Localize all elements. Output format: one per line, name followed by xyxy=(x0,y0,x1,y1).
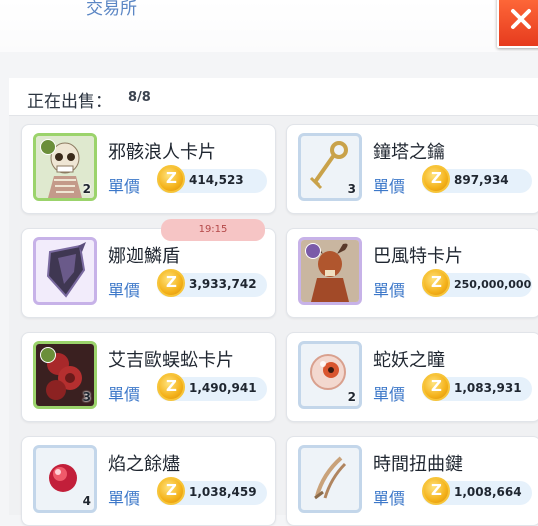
item-thumbnail: 3 xyxy=(298,133,362,201)
zeny-coin-icon: Z xyxy=(422,477,450,505)
zeny-coin-icon: Z xyxy=(157,269,185,297)
price-label: 單價 xyxy=(108,177,141,196)
item-quantity: 2 xyxy=(347,390,356,404)
item-name: 蛇妖之瞳 xyxy=(373,350,445,371)
item-quantity: 2 xyxy=(82,182,91,196)
selling-count: 8/8 xyxy=(128,90,151,105)
selling-header: 正在出售： 8/8 xyxy=(9,78,538,116)
price-label: 單價 xyxy=(108,281,141,300)
card-badge-icon xyxy=(40,347,56,363)
listing-card[interactable]: 4 焰之餘燼 單價 Z 1,038,459 xyxy=(21,436,276,526)
price-pill: Z 250,000,000 xyxy=(422,269,532,297)
price-value: 1,008,664 xyxy=(454,485,522,499)
zeny-coin-icon: Z xyxy=(157,165,185,193)
item-thumbnail xyxy=(298,237,362,305)
item-name: 焰之餘燼 xyxy=(108,454,180,475)
price-value: 414,523 xyxy=(189,173,244,187)
price-label: 單價 xyxy=(108,385,141,404)
item-name: 鐘塔之鑰 xyxy=(373,142,445,163)
exchange-title: 交易所 xyxy=(86,0,137,19)
price-value: 1,083,931 xyxy=(454,381,522,395)
zeny-coin-icon: Z xyxy=(422,269,450,297)
listing-card[interactable]: 2 邪骸浪人卡片 單價 Z 414,523 xyxy=(21,124,276,214)
item-quantity: 4 xyxy=(82,494,91,508)
price-pill: Z 897,934 xyxy=(422,165,532,193)
zeny-coin-icon: Z xyxy=(422,165,450,193)
price-pill: Z 1,038,459 xyxy=(157,477,267,505)
shield-icon xyxy=(46,242,86,298)
listing-card[interactable]: 2 蛇妖之瞳 單價 Z 1,083,931 xyxy=(286,332,538,422)
price-value: 250,000,000 xyxy=(454,278,532,291)
card-badge-icon xyxy=(305,243,321,259)
item-thumbnail: 4 xyxy=(33,445,97,513)
price-value: 1,038,459 xyxy=(189,485,257,499)
listing-card[interactable]: 3 艾吉歐蜈蚣卡片 單價 Z 1,490,941 xyxy=(21,332,276,422)
card-badge-icon xyxy=(40,139,56,155)
item-name: 時間扭曲鍵 xyxy=(373,454,463,475)
item-name: 巴風特卡片 xyxy=(373,246,463,267)
listing-card[interactable]: 3 鐘塔之鑰 單價 Z 897,934 xyxy=(286,124,538,214)
price-value: 897,934 xyxy=(454,173,509,187)
zeny-coin-icon: Z xyxy=(157,477,185,505)
price-value: 3,933,742 xyxy=(189,277,257,291)
selling-label: 正在出售： xyxy=(27,92,112,112)
time-twist-icon xyxy=(314,456,347,500)
item-quantity: 3 xyxy=(82,390,91,404)
item-name: 邪骸浪人卡片 xyxy=(108,142,216,163)
item-thumbnail xyxy=(298,445,362,513)
item-name: 艾吉歐蜈蚣卡片 xyxy=(108,350,234,371)
listing-card[interactable]: 娜迦鱗盾 單價 Z 3,933,742 xyxy=(21,228,276,318)
price-value: 1,490,941 xyxy=(189,381,257,395)
zeny-coin-icon: Z xyxy=(157,373,185,401)
item-thumbnail xyxy=(33,237,97,305)
price-label: 單價 xyxy=(373,385,406,404)
top-bar: 交易所 xyxy=(0,0,538,52)
zeny-coin-icon: Z xyxy=(422,373,450,401)
item-thumbnail: 2 xyxy=(298,341,362,409)
price-pill: Z 1,083,931 xyxy=(422,373,532,401)
close-icon xyxy=(511,9,531,29)
price-pill: Z 414,523 xyxy=(157,165,267,193)
listing-timer: 19:15 xyxy=(161,219,265,241)
price-pill: Z 3,933,742 xyxy=(157,269,267,297)
price-label: 單價 xyxy=(373,177,406,196)
price-label: 單價 xyxy=(373,281,406,300)
price-pill: Z 1,490,941 xyxy=(157,373,267,401)
item-thumbnail: 3 xyxy=(33,341,97,409)
close-button[interactable] xyxy=(497,0,538,48)
listing-card[interactable]: 巴風特卡片 單價 Z 250,000,000 xyxy=(286,228,538,318)
item-thumbnail: 2 xyxy=(33,133,97,201)
price-label: 單價 xyxy=(108,489,141,508)
price-label: 單價 xyxy=(373,489,406,508)
price-pill: Z 1,008,664 xyxy=(422,477,532,505)
listing-card[interactable]: 時間扭曲鍵 單價 Z 1,008,664 xyxy=(286,436,538,526)
item-quantity: 3 xyxy=(347,182,356,196)
item-name: 娜迦鱗盾 xyxy=(108,246,180,267)
